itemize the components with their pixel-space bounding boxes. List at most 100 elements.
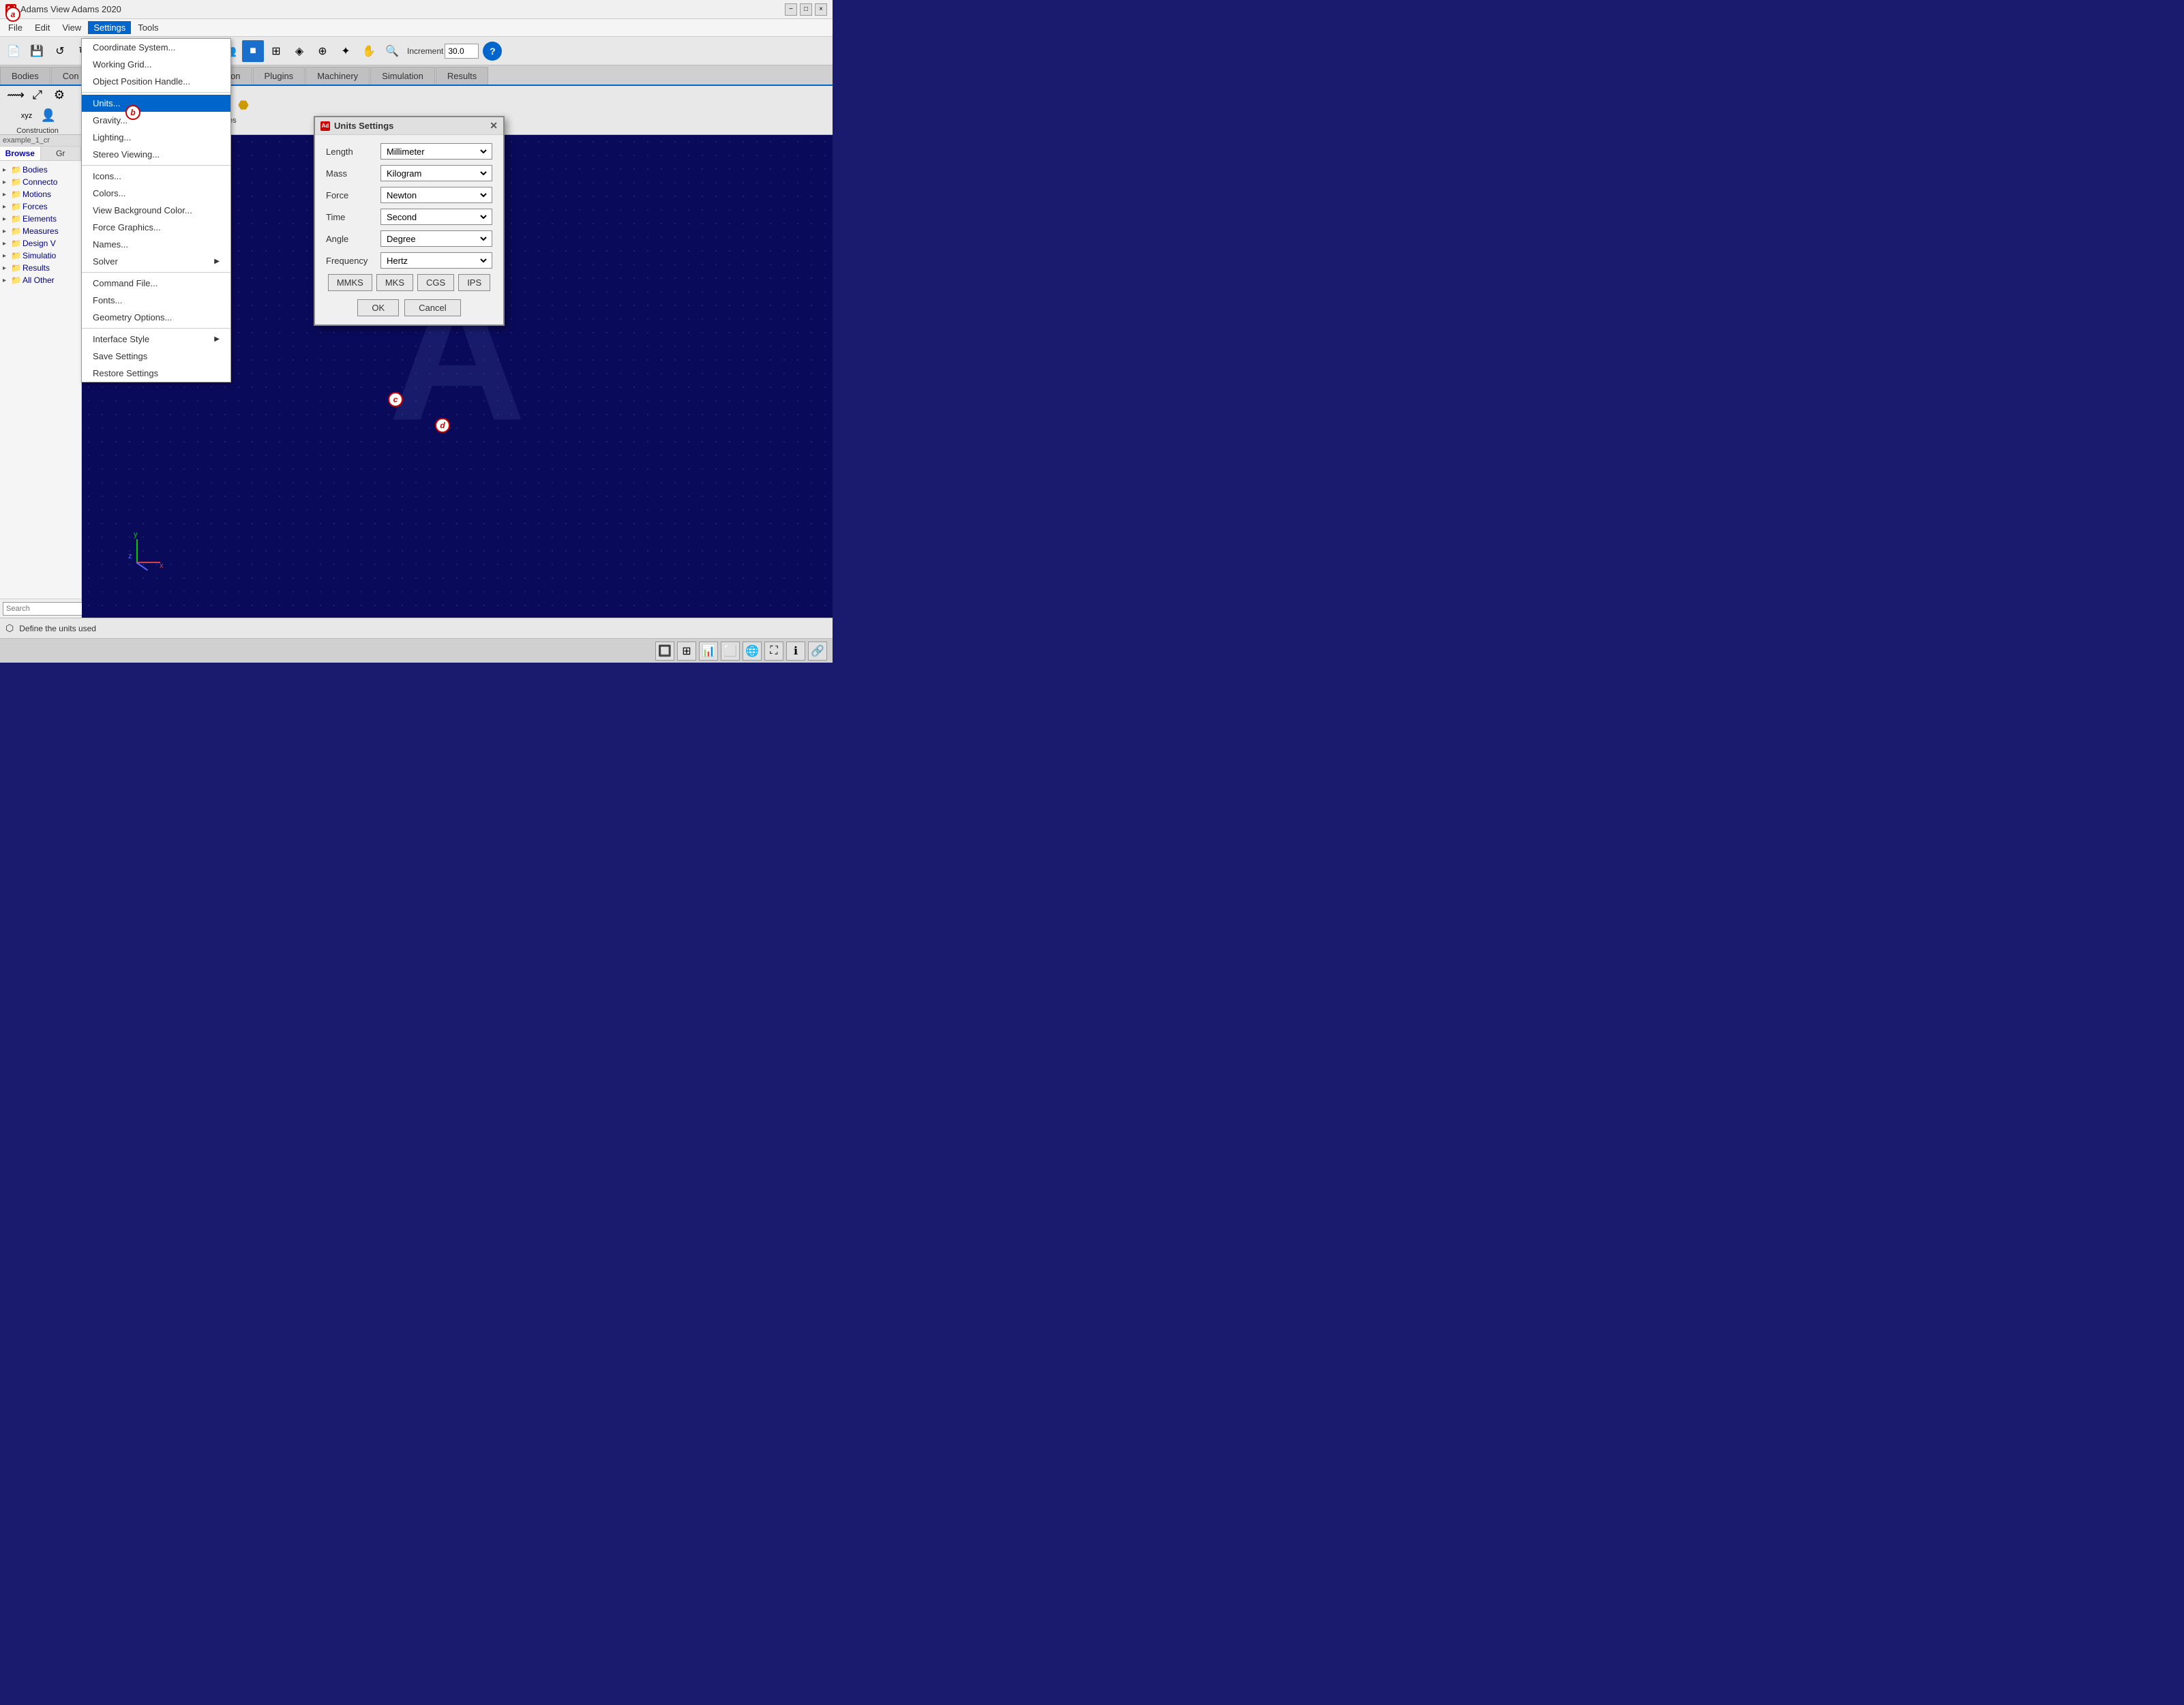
tab-simulation[interactable]: Simulation	[370, 67, 435, 85]
tree-item-all-other[interactable]: ▸ 📁 All Other	[3, 274, 78, 286]
bottom-btn-5[interactable]: 🌐	[743, 642, 762, 661]
preset-cgs[interactable]: CGS	[417, 274, 454, 291]
menu-force-graphics[interactable]: Force Graphics...	[82, 219, 230, 236]
tab-results[interactable]: Results	[436, 67, 488, 85]
tree-item-motions[interactable]: ▸ 📁 Motions	[3, 188, 78, 200]
menu-file[interactable]: File	[3, 21, 28, 34]
construction-btn-2[interactable]: ⤢	[27, 86, 48, 105]
menu-settings[interactable]: Settings	[88, 21, 131, 34]
menu-edit[interactable]: Edit	[29, 21, 55, 34]
menu-solver[interactable]: Solver ▶	[82, 253, 230, 270]
cancel-button[interactable]: Cancel	[404, 299, 460, 316]
preset-mmks[interactable]: MMKS	[328, 274, 372, 291]
construction-btn-1[interactable]: ⟿	[5, 86, 26, 105]
tree-item-elements[interactable]: ▸ 📁 Elements	[3, 213, 78, 225]
bottom-btn-7[interactable]: ℹ	[786, 642, 805, 661]
length-dropdown[interactable]: Millimeter Centimeter Meter Inch Foot	[384, 146, 489, 157]
tree-item-measures[interactable]: ▸ 📁 Measures	[3, 225, 78, 237]
menu-colors[interactable]: Colors...	[82, 185, 230, 202]
toolbar-undo[interactable]: ↺	[49, 40, 71, 62]
action-row: OK Cancel	[326, 299, 492, 316]
force-select[interactable]: Newton Kilonewton Pound-force Dyne	[380, 187, 492, 203]
toolbar-target[interactable]: ⊕	[312, 40, 333, 62]
toolbar-new[interactable]: 📄	[3, 40, 25, 62]
toolbar-center[interactable]: ✦	[335, 40, 357, 62]
time-dropdown[interactable]: Second Millisecond Minute	[384, 211, 489, 223]
menu-restore-settings[interactable]: Restore Settings	[82, 365, 230, 382]
menu-command-file[interactable]: Command File...	[82, 275, 230, 292]
preset-mks[interactable]: MKS	[376, 274, 413, 291]
tab-bodies[interactable]: Bodies	[0, 67, 50, 85]
bottom-btn-2[interactable]: ⊞	[677, 642, 696, 661]
toolbar-save[interactable]: 💾	[26, 40, 48, 62]
toolbar-iso[interactable]: ◈	[288, 40, 310, 62]
toolbar-rect[interactable]: ■	[242, 40, 264, 62]
tab-plugins[interactable]: Plugins	[253, 67, 305, 85]
menu-units[interactable]: Units...	[82, 95, 230, 112]
features-btn-3[interactable]: ⬣	[233, 96, 254, 115]
bottom-btn-6[interactable]: ⛶	[764, 642, 783, 661]
length-select[interactable]: Millimeter Centimeter Meter Inch Foot	[380, 143, 492, 160]
menu-icons[interactable]: Icons...	[82, 168, 230, 185]
help-button[interactable]: ?	[483, 42, 502, 61]
maximize-button[interactable]: □	[800, 3, 812, 16]
expand-icon: ▸	[3, 252, 11, 260]
close-button[interactable]: ×	[815, 3, 827, 16]
menu-tools[interactable]: Tools	[132, 21, 164, 34]
menu-names[interactable]: Names...	[82, 236, 230, 253]
folder-icon: 📁	[11, 251, 20, 260]
menu-save-settings[interactable]: Save Settings	[82, 348, 230, 365]
frequency-select[interactable]: Hertz RPM	[380, 252, 492, 269]
menu-coordinate-system[interactable]: Coordinate System...	[82, 39, 230, 56]
bottom-btn-3[interactable]: 📊	[699, 642, 718, 661]
panel-tab-groups[interactable]: Gr	[41, 147, 82, 160]
mass-dropdown[interactable]: Kilogram Gram Pound Slug	[384, 168, 489, 179]
angle-row: Angle Degree Radian	[326, 230, 492, 247]
force-dropdown[interactable]: Newton Kilonewton Pound-force Dyne	[384, 190, 489, 201]
time-select[interactable]: Second Millisecond Minute	[380, 209, 492, 225]
frequency-dropdown[interactable]: Hertz RPM	[384, 255, 489, 267]
tree-item-bodies[interactable]: ▸ 📁 Bodies	[3, 164, 78, 176]
tab-machinery[interactable]: Machinery	[305, 67, 370, 85]
minimize-button[interactable]: −	[785, 3, 797, 16]
dialog-close-button[interactable]: ✕	[490, 120, 498, 132]
construction-btn-5[interactable]: 👤	[38, 106, 59, 125]
title-bar-text: Adams View Adams 2020	[20, 4, 785, 14]
bottom-toolbar: 🔲 ⊞ 📊 ⬜ 🌐 ⛶ ℹ 🔗	[0, 638, 833, 663]
menu-working-grid[interactable]: Working Grid...	[82, 56, 230, 73]
bottom-btn-8[interactable]: 🔗	[808, 642, 827, 661]
interface-style-label: Interface Style	[93, 334, 149, 344]
construction-btn-4[interactable]: xyz	[16, 106, 37, 125]
tree-item-results[interactable]: ▸ 📁 Results	[3, 262, 78, 274]
bottom-btn-1[interactable]: 🔲	[655, 642, 674, 661]
angle-dropdown[interactable]: Degree Radian	[384, 233, 489, 245]
toolbar-grid[interactable]: ⊞	[265, 40, 287, 62]
panel-tab-browse[interactable]: Browse	[0, 147, 41, 160]
menu-lighting[interactable]: Lighting...	[82, 129, 230, 146]
menu-stereo-viewing[interactable]: Stereo Viewing...	[82, 146, 230, 163]
toolbar-zoom[interactable]: 🔍	[381, 40, 403, 62]
toolbar-pan[interactable]: ✋	[358, 40, 380, 62]
menu-interface-style[interactable]: Interface Style ▶	[82, 331, 230, 348]
mass-select[interactable]: Kilogram Gram Pound Slug	[380, 165, 492, 181]
menu-view[interactable]: View	[57, 21, 87, 34]
construction-btn-3[interactable]: ⚙	[49, 86, 70, 105]
folder-icon: 📁	[11, 275, 20, 285]
increment-input[interactable]	[445, 44, 479, 59]
menu-view-background-color[interactable]: View Background Color...	[82, 202, 230, 219]
menu-gravity[interactable]: Gravity...	[82, 112, 230, 129]
angle-select[interactable]: Degree Radian	[380, 230, 492, 247]
dialog-titlebar-left: Ad Units Settings	[320, 121, 393, 131]
menu-fonts[interactable]: Fonts...	[82, 292, 230, 309]
tree-item-design-v[interactable]: ▸ 📁 Design V	[3, 237, 78, 250]
tree-item-forces[interactable]: ▸ 📁 Forces	[3, 200, 78, 213]
ok-button[interactable]: OK	[357, 299, 399, 316]
force-label: Force	[326, 190, 380, 200]
menu-geometry-options[interactable]: Geometry Options...	[82, 309, 230, 326]
bottom-btn-4[interactable]: ⬜	[721, 642, 740, 661]
tree-item-simulation[interactable]: ▸ 📁 Simulatio	[3, 250, 78, 262]
preset-ips[interactable]: IPS	[458, 274, 490, 291]
expand-icon: ▸	[3, 265, 11, 272]
tree-item-connectors[interactable]: ▸ 📁 Connecto	[3, 176, 78, 188]
menu-object-position[interactable]: Object Position Handle...	[82, 73, 230, 90]
